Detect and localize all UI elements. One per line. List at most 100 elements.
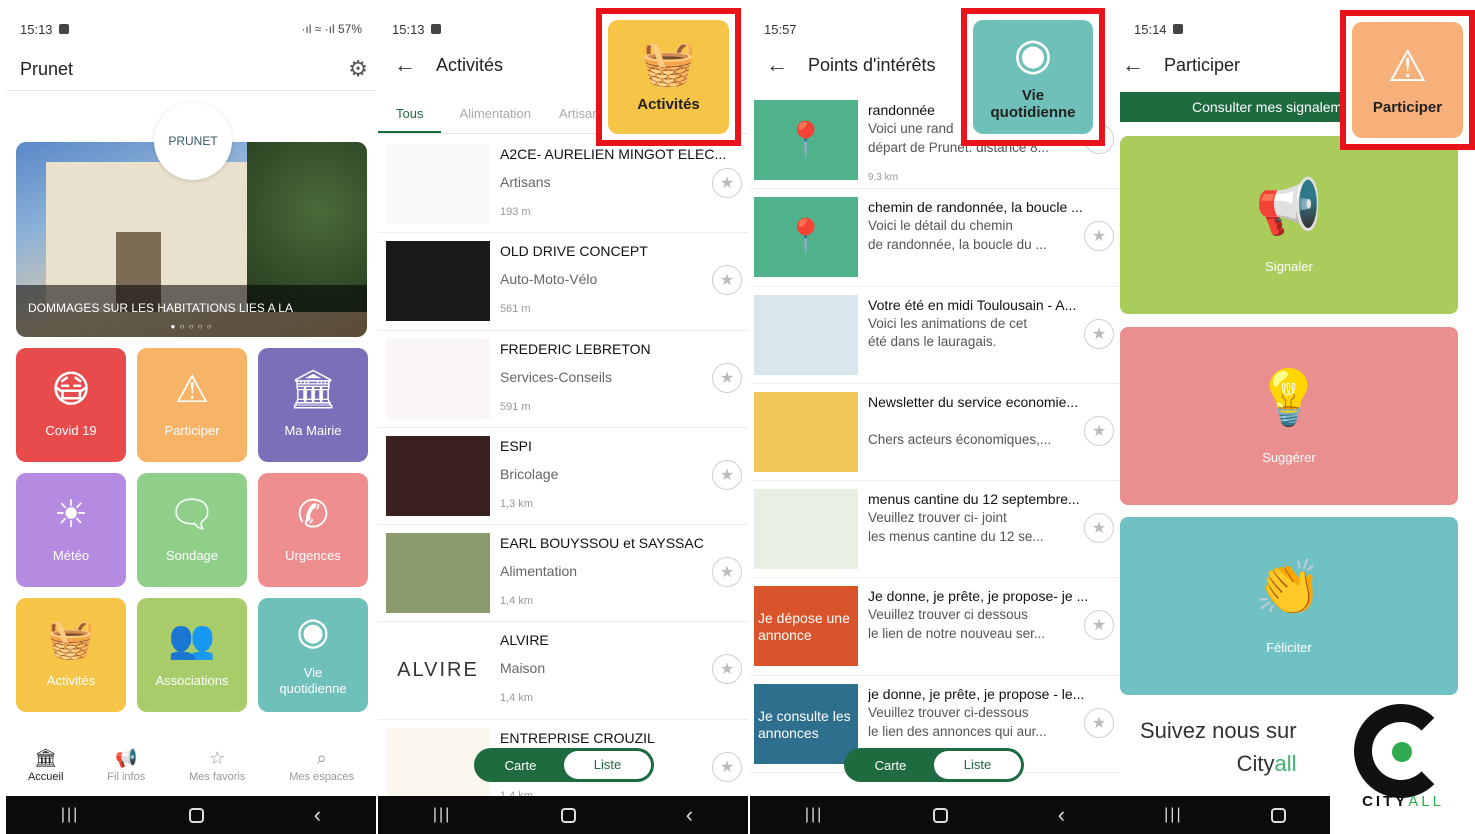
favorite-star-icon[interactable]: ★ [712,654,742,685]
item-thumbnail [754,489,858,570]
survey-icon: 🗨 [167,493,217,536]
item-thumbnail: Je consulte les annonces [754,683,858,764]
tile-signaler[interactable]: 📢 Signaler [1120,136,1458,314]
tile-vie-quotidienne[interactable]: ◉ Vie quotidienne [258,598,368,712]
tile-label: Ma Mairie [284,422,342,438]
recent-apps-icon[interactable]: ||| [433,806,451,824]
home-button-icon[interactable] [1270,807,1286,823]
tile-meteo[interactable]: ☀ Météo [16,473,126,587]
notification-icon [430,24,441,34]
tile-label: Météo [52,547,90,563]
status-time: 15:13 [20,21,53,37]
back-icon[interactable]: ‹ [314,802,321,828]
pin-icon: ◉ [1013,30,1053,79]
system-nav-bar: ||| [1120,796,1330,834]
tile-suggerer[interactable]: 💡 Suggérer [1120,327,1458,505]
favorite-star-icon[interactable]: ★ [712,265,742,296]
list-item[interactable]: ESPI Bricolage 1,3 km ★ [378,428,748,526]
tile-sondage[interactable]: 🗨 Sondage [137,473,247,587]
tile-covid[interactable]: 😷 Covid 19 [16,348,126,462]
home-button-icon[interactable] [561,807,577,823]
favorite-star-icon[interactable]: ★ [1084,415,1114,446]
system-nav-bar: ||| ‹ [750,796,1120,834]
list-item[interactable]: FREDERIC LEBRETON Services-Conseils 591 … [378,331,748,428]
tab-tous[interactable]: Tous [378,96,442,133]
favorite-star-icon[interactable]: ★ [1084,513,1114,544]
map-list-toggle: Carte Liste [844,748,1024,782]
item-description: Voici les animations de cet été dans le l… [868,315,1028,350]
clap-icon: 👏 [1255,558,1323,618]
item-distance: 561 m [500,303,531,316]
list-item[interactable]: Votre été en midi Toulousain - A... Voic… [750,287,1120,384]
home-button-icon[interactable] [189,807,205,823]
home-button-icon[interactable] [933,807,949,823]
tab-accueil[interactable]: 🏛 Accueil [28,748,63,794]
favorite-star-icon[interactable]: ★ [1084,610,1114,641]
back-arrow-icon[interactable]: ← [766,52,788,78]
tile-label: Activités [46,672,96,688]
item-name: chemin de randonnée, la boucle ... [868,199,1083,216]
tile-label: Urgences [285,547,341,563]
list-item[interactable]: Newsletter du service economie... Chers … [750,384,1120,482]
tab-mes-favoris[interactable]: ☆ Mes favoris [189,748,245,794]
favorite-star-icon[interactable]: ★ [712,459,742,490]
item-name: Newsletter du service economie... [868,393,1079,410]
liste-button[interactable]: Liste [564,751,651,779]
back-arrow-icon[interactable]: ← [394,52,416,78]
recent-apps-icon[interactable]: ||| [1164,806,1182,824]
back-arrow-icon[interactable]: ← [1122,52,1144,78]
list-item[interactable]: EARL BOUYSSOU et SAYSSAC Alimentation 1,… [378,525,748,623]
page-title: Points d'intérêts [808,54,936,75]
list-item[interactable]: ALVIRE ALVIRE Maison 1,4 km ★ [378,622,748,720]
liste-button[interactable]: Liste [934,751,1021,779]
item-category: Services-Conseils [500,368,613,385]
recent-apps-icon[interactable]: ||| [805,806,823,824]
list-item[interactable]: 📍 chemin de randonnée, la boucle ... Voi… [750,189,1120,287]
search-icon: ⌕ [316,748,327,768]
status-time: 15:57 [764,21,797,37]
list-item[interactable]: Je dépose une annonce Je donne, je prête… [750,578,1120,676]
tile-participer[interactable]: ⚠ Participer [137,348,247,462]
item-thumbnail [386,533,490,614]
megaphone-icon: 📢 [1255,177,1323,237]
favorite-star-icon[interactable]: ★ [1084,707,1114,738]
item-distance: 591 m [500,400,531,413]
tab-fil-infos[interactable]: 📢 Fil infos [107,748,145,794]
poi-list: 📍 randonnée Voici une rand départ de Prun… [750,92,1120,774]
gear-icon[interactable]: ⚙ [348,56,368,82]
tile-feliciter[interactable]: 👏 Féliciter [1120,517,1458,695]
item-thumbnail [386,144,490,224]
carte-button[interactable]: Carte [477,758,564,773]
back-icon[interactable]: ‹ [1058,802,1065,828]
back-icon[interactable]: ‹ [686,802,693,828]
app-bar: Prunet ⚙ [6,48,376,90]
list-item[interactable]: A2CE- AURELIEN MINGOT ELEC... Artisans 1… [378,136,748,234]
carte-button[interactable]: Carte [847,758,934,773]
tile-mairie[interactable]: 🏛 Ma Mairie [258,348,368,462]
tab-label: Accueil [27,771,64,783]
tab-mes-espaces[interactable]: ⌕ Mes espaces [289,748,354,794]
page-title: Participer [1164,54,1241,75]
favorite-star-icon[interactable]: ★ [712,168,742,198]
item-name: ENTREPRISE CROUZIL [500,729,655,746]
list-item[interactable]: OLD DRIVE CONCEPT Auto-Moto-Vélo 561 m ★ [378,233,748,331]
item-thumbnail: 📍 [754,197,858,278]
favorite-star-icon[interactable]: ★ [712,362,742,393]
bottom-tab-bar: 🏛 Accueil 📢 Fil infos ☆ Mes favoris ⌕ Mes es… [6,748,376,794]
tab-alimentation[interactable]: Alimentation [441,96,541,133]
list-item[interactable]: menus cantine du 12 septembre... Veuille… [750,481,1120,579]
recent-apps-icon[interactable]: ||| [61,806,79,824]
favorite-star-icon[interactable]: ★ [712,557,742,588]
follow-us-text: Suivez nous sur Cityall [1140,714,1297,780]
favorite-star-icon[interactable]: ★ [712,751,742,782]
favorite-star-icon[interactable]: ★ [1084,221,1114,252]
follow-line: Suivez nous sur [1140,718,1297,743]
tile-urgences[interactable]: ✆ Urgences [258,473,368,587]
tab-label: Mes favoris [189,771,246,783]
favorite-star-icon[interactable]: ★ [1084,318,1114,349]
highlight-participer: ⚠ Participer [1340,10,1475,150]
item-name: OLD DRIVE CONCEPT [500,243,648,260]
tile-activites[interactable]: 🧺 Activités [16,598,126,712]
map-pin-icon: 📍 [754,197,858,278]
tile-associations[interactable]: 👥 Associations [137,598,247,712]
